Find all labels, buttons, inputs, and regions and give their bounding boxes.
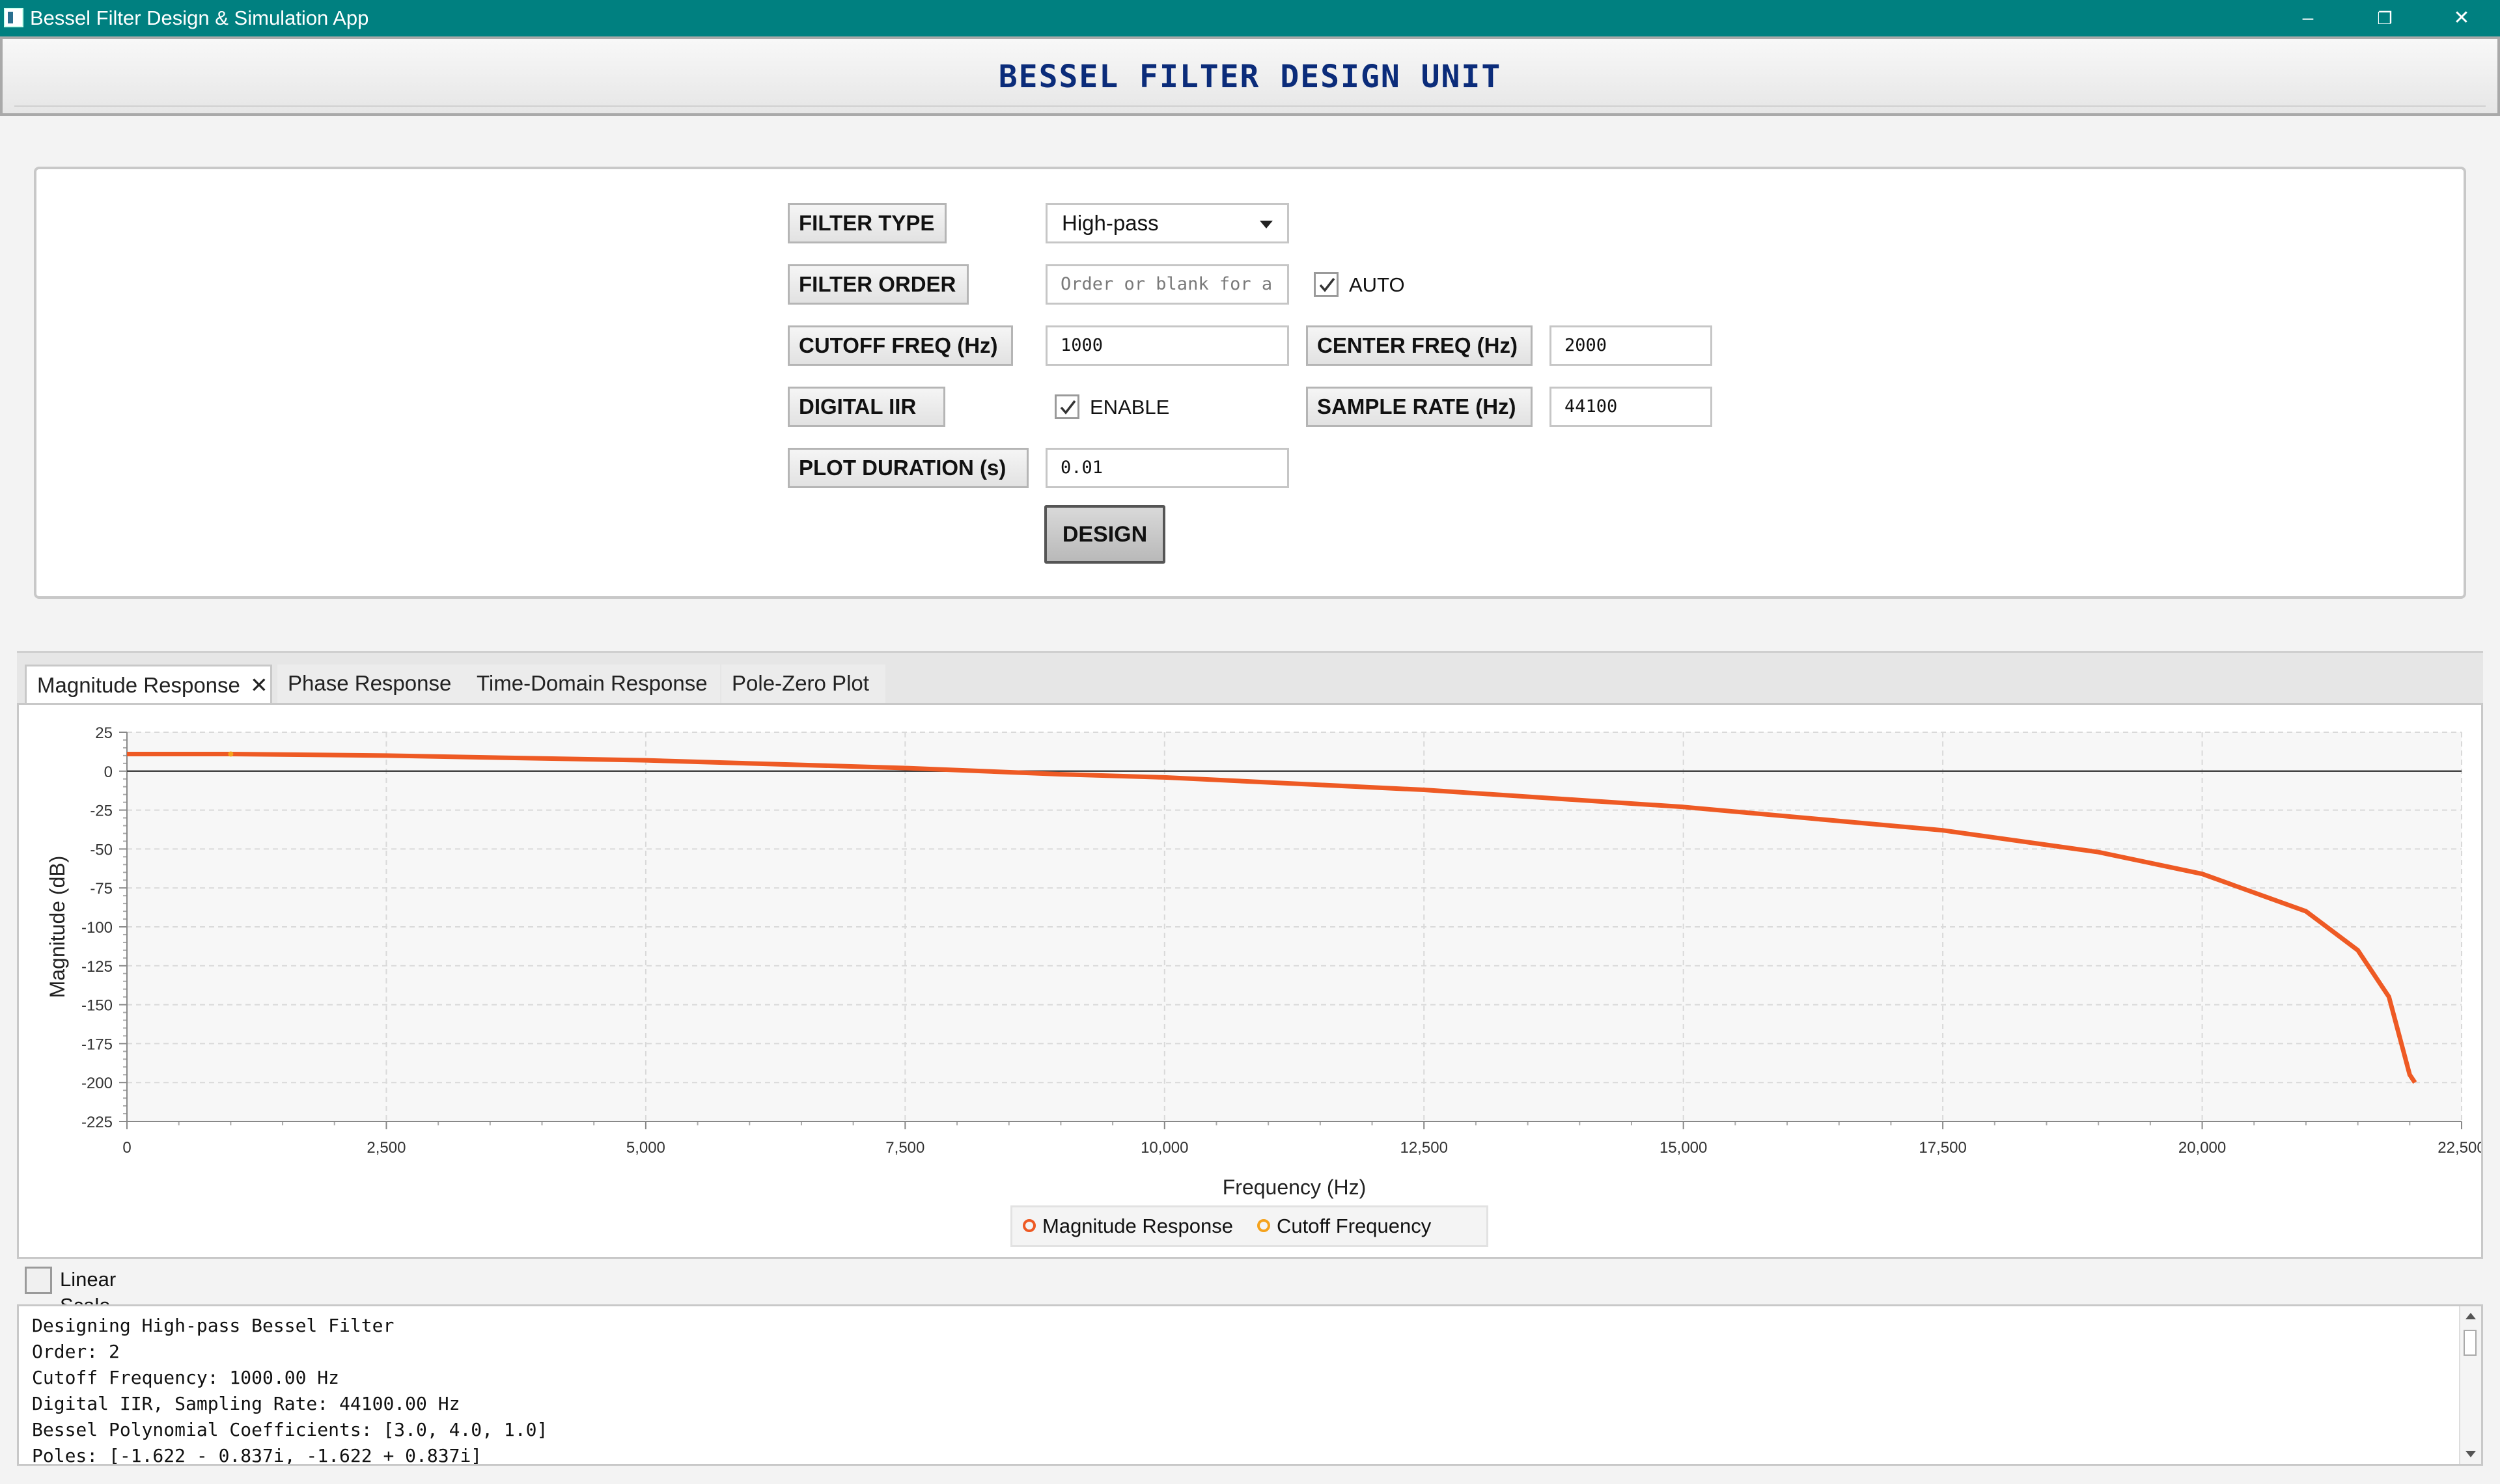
x-tick-label: 17,500 [1919,1139,1966,1157]
log-output[interactable]: Designing High-pass Bessel Filter Order:… [17,1304,2483,1466]
scroll-down-icon[interactable] [2465,1451,2476,1457]
log-line: Cutoff Frequency: 1000.00 Hz [32,1367,340,1388]
x-tick-label: 7,500 [885,1139,924,1157]
center-freq-input[interactable]: 2000 [1549,325,1712,366]
y-tick-label: 25 [95,724,113,742]
y-tick-label: 0 [104,763,113,781]
filter-order-input[interactable]: Order or blank for a [1046,264,1289,305]
restore-button[interactable]: ❐ [2349,0,2421,36]
scroll-up-icon[interactable] [2465,1313,2476,1319]
chart-legend: Magnitude Response Cutoff Frequency [1010,1205,1488,1247]
chevron-down-icon [1260,221,1273,228]
minimize-button[interactable]: – [2272,0,2344,36]
tab-time-domain-response[interactable]: Time-Domain Response [466,665,720,705]
magnitude-chart: 25 0 -25 -50 -75 -100 -125 -150 -175 -200 -225 0 2,5… [46,724,2481,1199]
cutoff-freq-input[interactable]: 1000 [1046,325,1289,366]
linear-scale-checkbox[interactable] [25,1267,52,1294]
cutoff-frequency-point [228,751,234,757]
y-tick-label: -125 [81,958,113,976]
filter-order-label: FILTER ORDER [788,264,969,305]
plot-duration-label: PLOT DURATION (s) [788,448,1029,488]
y-tick-label: -175 [81,1036,113,1053]
tab-pole-zero-plot[interactable]: Pole-Zero Plot [721,665,885,705]
legend-cutoff-label: Cutoff Frequency [1277,1215,1432,1237]
x-tick-label: 20,000 [2178,1139,2226,1157]
filter-type-value: High-pass [1062,211,1159,235]
y-axis-label: Magnitude (dB) [46,856,69,998]
y-tick-label: -75 [90,880,113,898]
x-tick-label: 12,500 [1400,1139,1448,1157]
magnitude-chart-area: 25 0 -25 -50 -75 -100 -125 -150 -175 -200 -225 0 2,5… [17,703,2483,1259]
cutoff-freq-label: CUTOFF FREQ (Hz) [788,325,1013,366]
design-button[interactable]: DESIGN [1044,505,1165,564]
y-tick-label: -200 [81,1075,113,1092]
window-title: Bessel Filter Design & Simulation App [30,7,369,29]
enable-checkbox[interactable] [1055,394,1079,419]
digital-iir-label: DIGITAL IIR [788,387,945,427]
filter-type-label: FILTER TYPE [788,203,947,243]
page-title: BESSEL FILTER DESIGN UNIT [998,59,1502,95]
y-tick-label: -150 [81,997,113,1015]
header-banner: BESSEL FILTER DESIGN UNIT [0,36,2500,116]
close-icon[interactable]: ✕ [250,673,268,697]
y-tick-label: -50 [90,841,113,859]
log-line: Digital IIR, Sampling Rate: 44100.00 Hz [32,1393,460,1414]
y-tick-label: -225 [81,1114,113,1131]
x-tick-label: 0 [122,1139,131,1157]
header-divider [14,105,2486,107]
sample-rate-input[interactable]: 44100 [1549,387,1712,427]
log-line: Bessel Polynomial Coefficients: [3.0, 4.… [32,1419,548,1440]
x-axis-label: Frequency (Hz) [1223,1175,1367,1199]
scroll-thumb[interactable] [2464,1330,2477,1356]
tab-bar: Magnitude Response ✕ Phase Response Time… [17,651,2483,705]
log-line: Poles: [-1.622 - 0.837i, -1.622 + 0.837i… [32,1445,482,1466]
x-tick-label: 5,000 [626,1139,665,1157]
y-tick-label: -25 [90,803,113,820]
tab-magnitude-response[interactable]: Magnitude Response ✕ [25,665,272,705]
checkmark-icon [1319,277,1335,292]
tab-label: Magnitude Response [37,673,240,697]
x-tick-label: 15,000 [1660,1139,1707,1157]
center-freq-label: CENTER FREQ (Hz) [1306,325,1533,366]
enable-label: ENABLE [1090,396,1170,419]
app-icon [4,8,23,27]
window-titlebar: Bessel Filter Design & Simulation App – … [0,0,2500,36]
auto-checkbox[interactable] [1314,272,1339,297]
x-tick-label: 10,000 [1141,1139,1188,1157]
filter-type-select[interactable]: High-pass [1046,203,1289,243]
sample-rate-label: SAMPLE RATE (Hz) [1306,387,1533,427]
legend-magnitude-label: Magnitude Response [1042,1215,1233,1237]
x-tick-label: 22,500 [2438,1139,2481,1157]
legend-magnitude-marker [1023,1219,1036,1232]
close-button[interactable]: ✕ [2426,0,2497,36]
log-line: Designing High-pass Bessel Filter [32,1315,395,1336]
log-scrollbar[interactable] [2459,1306,2481,1464]
x-tick-label: 2,500 [367,1139,406,1157]
checkmark-icon [1060,400,1076,415]
legend-cutoff-marker [1257,1219,1270,1232]
tab-phase-response[interactable]: Phase Response [277,665,466,705]
plot-duration-input[interactable]: 0.01 [1046,448,1289,488]
y-tick-label: -100 [81,919,113,937]
log-line: Order: 2 [32,1341,120,1362]
auto-label: AUTO [1349,273,1405,296]
